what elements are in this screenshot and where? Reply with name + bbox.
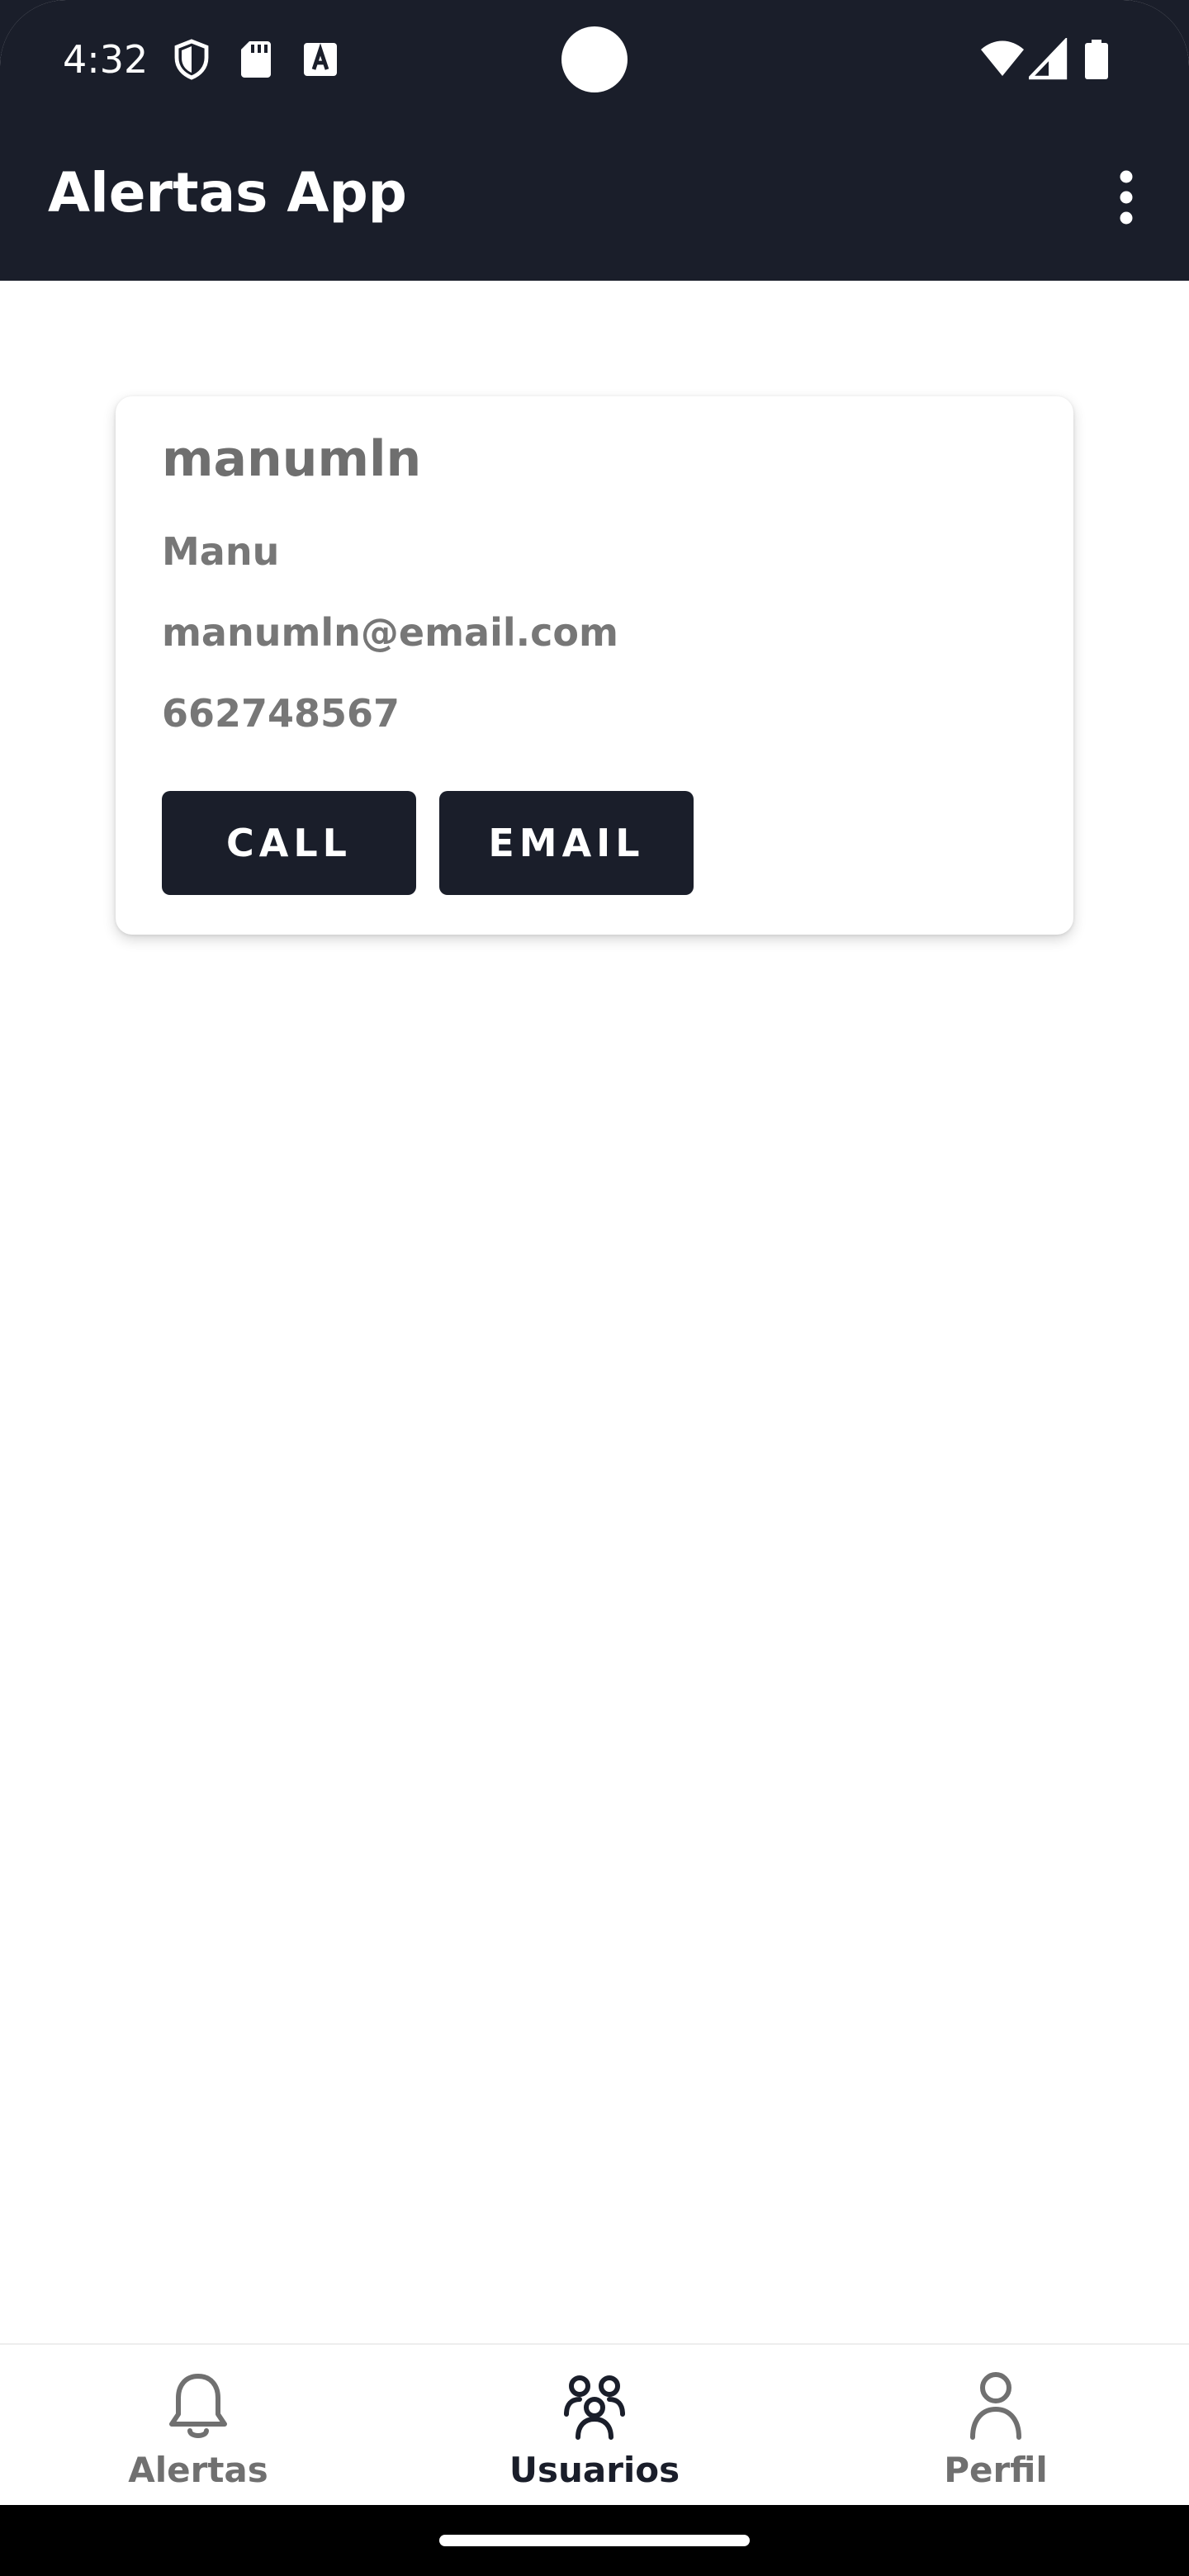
- signal-icon: [1029, 38, 1068, 80]
- nav-label-usuarios: Usuarios: [509, 2450, 680, 2490]
- shield-icon: [174, 39, 209, 80]
- nav-item-alertas[interactable]: Alertas: [74, 2361, 322, 2502]
- sd-card-icon: [241, 41, 271, 78]
- keyboard-a-icon: [304, 43, 337, 76]
- gesture-navigation-bar: [0, 2505, 1189, 2576]
- nav-label-perfil: Perfil: [944, 2450, 1048, 2490]
- nav-item-perfil[interactable]: Perfil: [872, 2361, 1120, 2502]
- battery-icon: [1085, 40, 1108, 79]
- nav-label-alertas: Alertas: [128, 2450, 268, 2490]
- user-phone: 662748567: [162, 691, 400, 736]
- bell-icon: [169, 2374, 227, 2438]
- user-email: manumln@email.com: [162, 610, 618, 655]
- app-screen: 4:32 Alertas App manumln Manu manumln@em…: [0, 0, 1189, 2576]
- front-camera: [561, 26, 628, 92]
- user-username: manumln: [162, 430, 422, 488]
- nav-item-usuarios[interactable]: Usuarios: [471, 2361, 718, 2502]
- call-button[interactable]: CALL: [162, 791, 416, 895]
- status-bar: 4:32: [0, 0, 1189, 124]
- users-icon: [564, 2375, 625, 2440]
- person-icon: [970, 2372, 1021, 2440]
- email-button[interactable]: EMAIL: [439, 791, 694, 895]
- bottom-navigation: Alertas Usuarios Perfil: [0, 2343, 1189, 2507]
- status-time: 4:32: [63, 37, 149, 82]
- home-gesture-handle[interactable]: [439, 2535, 750, 2546]
- wifi-icon: [981, 40, 1024, 76]
- more-vert-icon[interactable]: [1110, 168, 1143, 226]
- user-name: Manu: [162, 529, 280, 574]
- top-bar: 4:32 Alertas App: [0, 0, 1189, 281]
- user-card: manumln Manu manumln@email.com 662748567…: [116, 396, 1073, 935]
- app-bar-title: Alertas App: [48, 161, 407, 225]
